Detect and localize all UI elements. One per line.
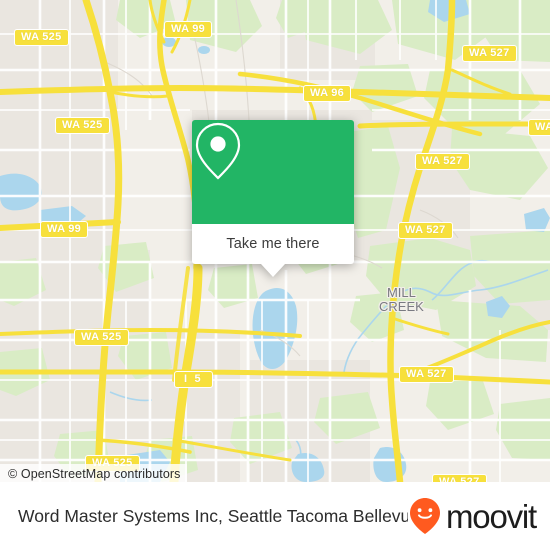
popup-header <box>192 120 354 224</box>
place-label-mill-creek: MILL CREEK <box>379 286 424 314</box>
shield-wa-527-b: WA 527 <box>415 153 470 170</box>
popup-tail <box>261 264 285 277</box>
place-label-line2: CREEK <box>379 299 424 314</box>
shield-wa-cut: WA <box>528 119 550 136</box>
location-title: Word Master Systems Inc, Seattle Tacoma … <box>18 505 408 526</box>
footer-bar: Word Master Systems Inc, Seattle Tacoma … <box>0 482 550 550</box>
shield-wa-527-c: WA 527 <box>398 222 453 239</box>
shield-wa-525-c: WA 525 <box>74 329 129 346</box>
shield-wa-96: WA 96 <box>303 85 352 102</box>
shield-wa-99-b: WA 99 <box>40 221 89 238</box>
shield-i-5: I 5 <box>174 371 213 388</box>
map-screenshot: WA 525 WA 99 WA 527 WA 96 WA 525 WA WA 5… <box>0 0 550 550</box>
shield-wa-527-e: WA 527 <box>432 474 487 482</box>
shield-wa-525-b: WA 525 <box>55 117 110 134</box>
map-pin-icon <box>195 122 241 180</box>
location-popup[interactable]: Take me there <box>192 120 354 277</box>
map-attribution[interactable]: © OpenStreetMap contributors <box>0 464 187 482</box>
moovit-smiley-pin-icon <box>410 498 440 534</box>
shield-wa-99-a: WA 99 <box>164 21 213 38</box>
take-me-there-label: Take me there <box>226 236 320 252</box>
moovit-brand[interactable]: moovit <box>408 497 537 535</box>
map-canvas[interactable]: WA 525 WA 99 WA 527 WA 96 WA 525 WA WA 5… <box>0 0 550 482</box>
place-label-line1: MILL <box>386 285 416 300</box>
popup-action-bar[interactable]: Take me there <box>192 224 354 277</box>
shield-wa-527-a: WA 527 <box>462 45 517 62</box>
shield-wa-525-a: WA 525 <box>14 29 69 46</box>
shield-wa-527-d: WA 527 <box>399 366 454 383</box>
moovit-wordmark: moovit <box>446 497 537 535</box>
